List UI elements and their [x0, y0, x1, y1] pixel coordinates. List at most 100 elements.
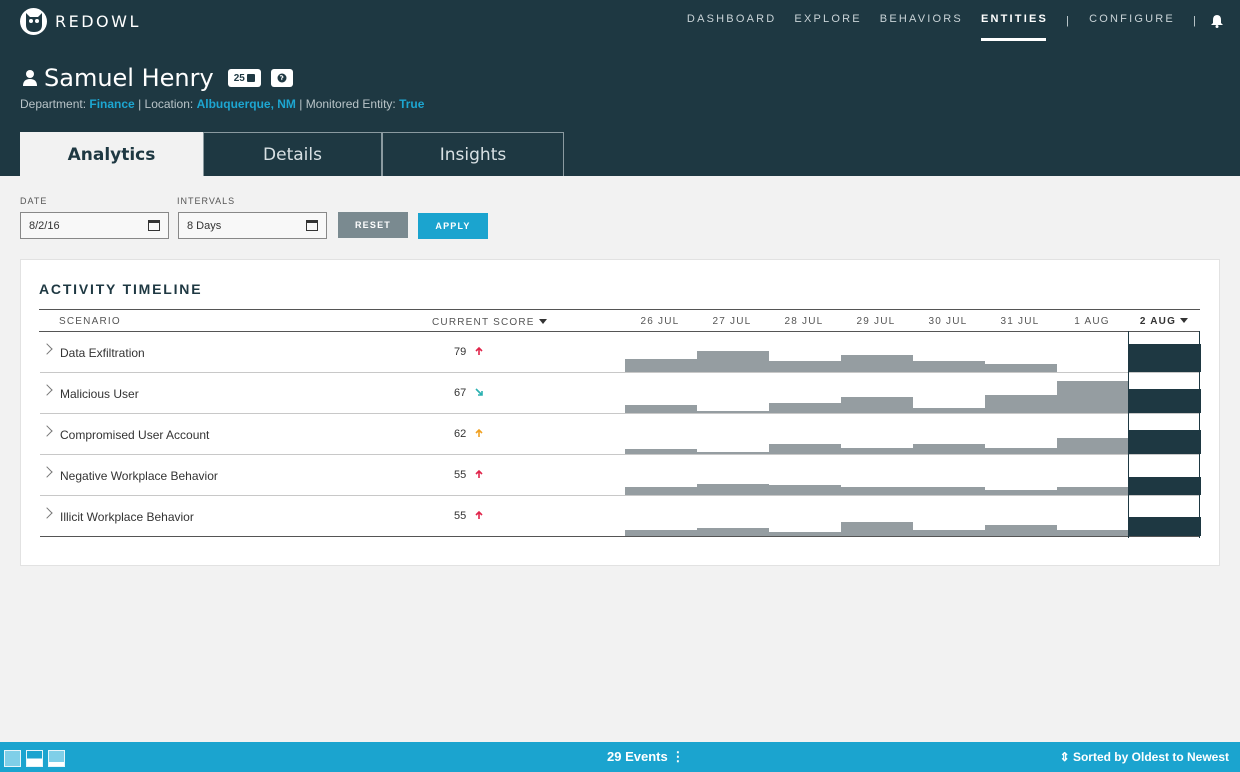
events-toggle[interactable]: 29 Events ⋮	[607, 749, 684, 765]
nav-entities[interactable]: ENTITIES	[980, 13, 1048, 41]
tab-details[interactable]: Details	[203, 132, 382, 176]
activity-bar[interactable]	[841, 487, 913, 495]
scenario-name[interactable]: Data Exfiltration	[60, 346, 145, 360]
activity-bar[interactable]	[913, 530, 985, 536]
table-row[interactable]: Data Exfiltration 79	[40, 332, 1201, 373]
activity-bar[interactable]	[697, 411, 769, 413]
activity-bar[interactable]	[697, 484, 769, 495]
activity-bar[interactable]	[1057, 381, 1129, 413]
col-date-selected[interactable]: 2 AUG	[1128, 316, 1200, 327]
date-field[interactable]: 8/2/16	[20, 212, 169, 239]
location-value[interactable]: Albuquerque, NM	[197, 97, 296, 111]
col-date[interactable]: 30 JUL	[912, 316, 984, 327]
table-row[interactable]: Compromised User Account 62	[40, 414, 1201, 455]
activity-bar[interactable]	[985, 490, 1057, 495]
table-row[interactable]: Illicit Workplace Behavior 55	[40, 496, 1201, 537]
entity-tabs: Analytics Details Insights	[20, 132, 564, 176]
activity-bar[interactable]	[841, 355, 913, 372]
department-value[interactable]: Finance	[89, 97, 134, 111]
nav-behaviors[interactable]: BEHAVIORS	[880, 13, 963, 29]
apply-button[interactable]: APPLY	[418, 213, 488, 239]
activity-bar[interactable]	[841, 448, 913, 454]
activity-bar[interactable]	[697, 528, 769, 536]
col-date[interactable]: 26 JUL	[624, 316, 696, 327]
activity-bar-selected[interactable]	[1129, 344, 1201, 372]
activity-bar[interactable]	[985, 364, 1057, 372]
chevron-right-icon[interactable]	[41, 425, 53, 437]
activity-bar[interactable]	[1057, 487, 1129, 495]
activity-bar-selected[interactable]	[1129, 430, 1201, 454]
activity-bar[interactable]	[625, 487, 697, 495]
header: REDOWL DASHBOARD EXPLORE BEHAVIORS ENTIT…	[0, 0, 1240, 176]
activity-bar-selected[interactable]	[1129, 389, 1201, 413]
top-nav: DASHBOARD EXPLORE BEHAVIORS ENTITIES | C…	[669, 13, 1224, 41]
department-label: Department:	[20, 97, 87, 111]
scenario-name[interactable]: Malicious User	[60, 387, 139, 401]
tab-insights[interactable]: Insights	[382, 132, 564, 176]
activity-bar[interactable]	[769, 361, 841, 372]
scenario-name[interactable]: Illicit Workplace Behavior	[60, 510, 194, 524]
activity-bar[interactable]	[625, 359, 697, 372]
globe-badge[interactable]	[270, 69, 293, 87]
sort-toggle[interactable]: ⇕ Sorted by Oldest to Newest	[1060, 750, 1229, 764]
chevron-right-icon[interactable]	[41, 507, 53, 519]
redowl-logo[interactable]: REDOWL	[20, 8, 141, 35]
activity-bar[interactable]	[697, 452, 769, 454]
chevron-right-icon[interactable]	[41, 384, 53, 396]
activity-bar[interactable]	[841, 522, 913, 536]
intervals-value: 8 Days	[187, 219, 222, 232]
notes-badge[interactable]: 25	[227, 69, 261, 87]
col-date[interactable]: 31 JUL	[984, 316, 1056, 327]
owl-icon	[20, 8, 47, 35]
note-icon	[246, 74, 255, 82]
activity-bar[interactable]	[697, 351, 769, 372]
layout-bottom-icon[interactable]	[48, 750, 65, 767]
reset-button[interactable]: RESET	[338, 212, 408, 238]
sort-caret-icon	[538, 319, 547, 324]
col-date[interactable]: 27 JUL	[696, 316, 768, 327]
activity-bar-selected[interactable]	[1129, 517, 1201, 536]
activity-bar[interactable]	[769, 485, 841, 495]
table-row[interactable]: Malicious User 67	[40, 373, 1201, 414]
activity-bar[interactable]	[913, 361, 985, 372]
activity-bar[interactable]	[1057, 530, 1129, 536]
bell-icon[interactable]	[1210, 14, 1224, 28]
activity-bar[interactable]	[625, 405, 697, 413]
activity-bar[interactable]	[769, 444, 841, 454]
trend-down-icon	[475, 388, 483, 396]
activity-bar[interactable]	[985, 448, 1057, 454]
activity-bar[interactable]	[913, 408, 985, 413]
chevron-right-icon[interactable]	[41, 466, 53, 478]
col-date[interactable]: 28 JUL	[768, 316, 840, 327]
intervals-field[interactable]: 8 Days	[178, 212, 327, 239]
nav-configure[interactable]: CONFIGURE	[1089, 13, 1175, 29]
col-date[interactable]: 29 JUL	[840, 316, 912, 327]
nav-explore[interactable]: EXPLORE	[794, 13, 861, 29]
activity-bar[interactable]	[913, 444, 985, 454]
activity-bar[interactable]	[985, 525, 1057, 536]
col-current-score[interactable]: CURRENT SCORE	[432, 317, 547, 328]
activity-bar[interactable]	[769, 532, 841, 536]
calendar-icon[interactable]	[306, 220, 318, 231]
activity-bar[interactable]	[625, 449, 697, 454]
layout-full-icon[interactable]	[4, 750, 21, 767]
scenario-name[interactable]: Compromised User Account	[60, 428, 209, 442]
col-date[interactable]: 1 AUG	[1056, 316, 1128, 327]
layout-split-icon[interactable]	[26, 750, 43, 767]
activity-bar[interactable]	[1057, 438, 1129, 454]
scenario-name[interactable]: Negative Workplace Behavior	[60, 469, 218, 483]
activity-bar[interactable]	[841, 397, 913, 413]
current-score: 55	[454, 510, 467, 522]
col-scenario[interactable]: SCENARIO	[59, 316, 121, 327]
activity-bar[interactable]	[913, 487, 985, 495]
tab-analytics[interactable]: Analytics	[20, 132, 203, 176]
activity-bar[interactable]	[985, 395, 1057, 413]
calendar-icon[interactable]	[148, 220, 160, 231]
activity-bar[interactable]	[769, 403, 841, 413]
table-row[interactable]: Negative Workplace Behavior 55	[40, 455, 1201, 496]
activity-bar[interactable]	[625, 530, 697, 536]
globe-icon	[277, 73, 287, 83]
chevron-right-icon[interactable]	[41, 343, 53, 355]
activity-bar-selected[interactable]	[1129, 477, 1201, 495]
nav-dashboard[interactable]: DASHBOARD	[687, 13, 776, 29]
